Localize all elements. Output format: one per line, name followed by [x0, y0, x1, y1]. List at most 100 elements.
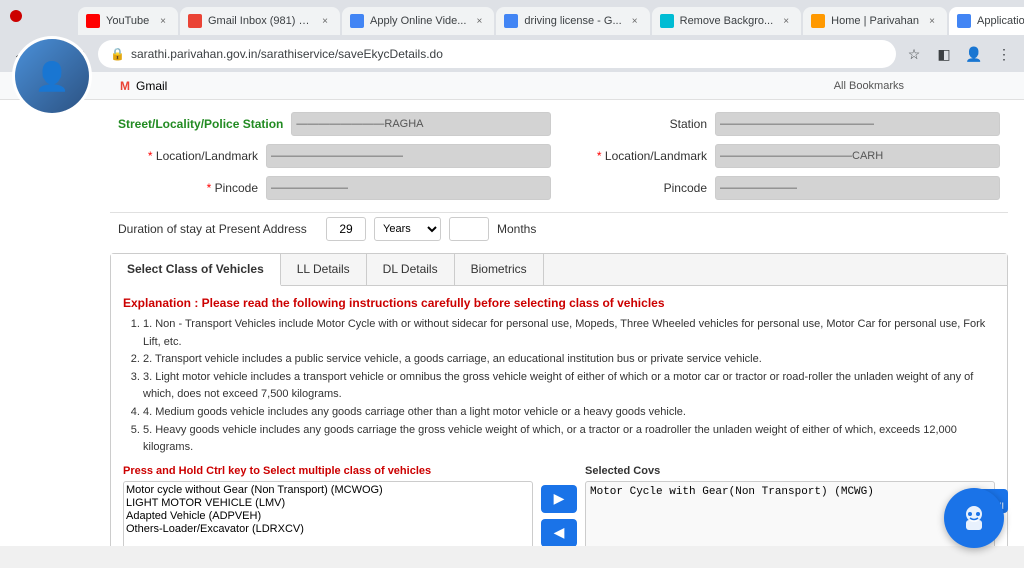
tab-home[interactable]: Home | Parivahan ×: [803, 7, 947, 35]
remove-favicon: [660, 14, 674, 28]
pincode-right-label: Pincode: [567, 181, 707, 195]
vehicle-right-label: Selected Covs: [585, 465, 995, 477]
vehicle-option-mcwog: Motor cycle without Gear (Non Transport)…: [126, 484, 530, 497]
tab-remove[interactable]: Remove Backgro... ×: [652, 7, 802, 35]
street-label: Street/Locality/Police Station: [118, 117, 283, 131]
window-close-dot[interactable]: [10, 10, 22, 22]
extensions-button[interactable]: ◧: [932, 42, 956, 66]
location-right-row: Location/Landmark: [559, 140, 1008, 172]
instruction-2: 2. Transport vehicle includes a public s…: [143, 351, 995, 369]
address-form: Street/Locality/Police Station Location/…: [110, 100, 1008, 213]
transfer-buttons: ▶ ◀: [541, 465, 577, 546]
driving-favicon: [504, 14, 518, 28]
instruction-list: 1. Non - Transport Vehicles include Moto…: [123, 316, 995, 457]
tab-remove-label: Remove Backgro...: [680, 15, 774, 27]
available-vehicles-select[interactable]: Motor cycle without Gear (Non Transport)…: [123, 481, 533, 546]
instruction-5: 5. Heavy goods vehicle includes any good…: [143, 422, 995, 457]
tab-gmail[interactable]: Gmail Inbox (981) - cha... ×: [180, 7, 340, 35]
tab-dl-details[interactable]: DL Details: [367, 254, 455, 285]
explanation-header: Explanation : Please read the following …: [123, 296, 995, 310]
street-input[interactable]: [291, 112, 551, 136]
pincode-right-row: Pincode: [559, 172, 1008, 204]
location-right-label: Location/Landmark: [567, 149, 707, 163]
chatbot-icon: [958, 502, 990, 534]
tab-bar: 👤 YouTube × Gmail Inbox (981) - cha... ×…: [0, 0, 1024, 36]
vehicle-left: Press and Hold Ctrl key to Select multip…: [123, 465, 533, 546]
tab-select-class[interactable]: Select Class of Vehicles: [111, 254, 281, 286]
location-row: Location/Landmark: [110, 140, 559, 172]
tab-youtube[interactable]: YouTube ×: [78, 7, 178, 35]
tab-application-label: Application For N...: [977, 15, 1024, 27]
form-right: Station Location/Landmark Pincode: [559, 108, 1008, 204]
tab-gmail-label: Gmail Inbox (981) - cha...: [208, 15, 312, 27]
pincode-row: Pincode: [110, 172, 559, 204]
tab-home-label: Home | Parivahan: [831, 15, 919, 27]
remove-vehicle-button[interactable]: ◀: [541, 519, 577, 546]
youtube-favicon: [86, 14, 100, 28]
selected-vehicles-textarea[interactable]: Motor Cycle with Gear(Non Transport) (MC…: [585, 481, 995, 546]
browser-chrome: 👤 YouTube × Gmail Inbox (981) - cha... ×…: [0, 0, 1024, 100]
months-label: Months: [497, 222, 536, 236]
page-content: Street/Locality/Police Station Location/…: [0, 100, 1024, 546]
address-bar[interactable]: 🔒 sarathi.parivahan.gov.in/sarathiservic…: [98, 40, 896, 68]
tabs-header: Select Class of Vehicles LL Details DL D…: [111, 254, 1007, 286]
location-input[interactable]: [266, 144, 551, 168]
street-row: Street/Locality/Police Station: [110, 108, 559, 140]
pincode-input[interactable]: [266, 176, 551, 200]
tab-driving-label: driving license - G...: [524, 15, 621, 27]
station-label: Station: [567, 117, 707, 131]
duration-period-select[interactable]: Years Months: [374, 217, 441, 241]
instruction-1: 1. Non - Transport Vehicles include Moto…: [143, 316, 995, 351]
avatar: 👤: [12, 36, 92, 116]
tab-ll-details[interactable]: LL Details: [281, 254, 367, 285]
add-vehicle-button[interactable]: ▶: [541, 485, 577, 513]
tab-apply[interactable]: Apply Online Vide... ×: [342, 7, 494, 35]
vehicle-option-lmv: LIGHT MOTOR VEHICLE (LMV): [126, 497, 530, 510]
vehicle-option-ldrxcv: Others-Loader/Excavator (LDRXCV): [126, 523, 530, 536]
pincode-right-input[interactable]: [715, 176, 1000, 200]
tab-home-close[interactable]: ×: [925, 14, 939, 28]
all-bookmarks: All Bookmarks: [834, 80, 904, 92]
tab-youtube-close[interactable]: ×: [156, 14, 170, 28]
pincode-label: Pincode: [118, 181, 258, 195]
tab-apply-close[interactable]: ×: [472, 14, 486, 28]
duration-label: Duration of stay at Present Address: [118, 222, 318, 236]
station-input[interactable]: [715, 112, 1000, 136]
profile-button[interactable]: 👤: [962, 42, 986, 66]
gmail-label: Gmail: [136, 79, 167, 93]
tab-remove-close[interactable]: ×: [779, 14, 793, 28]
tab-application[interactable]: Application For N... ×: [949, 7, 1024, 35]
tab-driving-close[interactable]: ×: [628, 14, 642, 28]
location-label: Location/Landmark: [118, 149, 258, 163]
duration-years-input[interactable]: [326, 217, 366, 241]
duration-months-input[interactable]: [449, 217, 489, 241]
application-favicon: [957, 14, 971, 28]
tab-youtube-label: YouTube: [106, 15, 150, 27]
vehicle-selection: Press and Hold Ctrl key to Select multip…: [123, 465, 995, 546]
home-favicon: [811, 14, 825, 28]
location-right-input[interactable]: [715, 144, 1000, 168]
avatar-image: 👤: [15, 39, 89, 113]
tab-driving[interactable]: driving license - G... ×: [496, 7, 649, 35]
menu-button[interactable]: ⋮: [992, 42, 1016, 66]
tab-gmail-close[interactable]: ×: [318, 14, 332, 28]
vehicle-option-adpveh: Adapted Vehicle (ADPVEH): [126, 510, 530, 523]
tab-biometrics[interactable]: Biometrics: [455, 254, 544, 285]
instruction-3: 3. Light motor vehicle includes a transp…: [143, 369, 995, 404]
address-bar-row: ← → ↻ 🔒 sarathi.parivahan.gov.in/sarathi…: [0, 36, 1024, 72]
vehicle-right: Selected Covs Motor Cycle with Gear(Non …: [585, 465, 995, 546]
gmail-bar: M Gmail All Bookmarks: [0, 72, 1024, 100]
bookmark-button[interactable]: ☆: [902, 42, 926, 66]
tab-apply-label: Apply Online Vide...: [370, 15, 466, 27]
apply-favicon: [350, 14, 364, 28]
station-row: Station: [559, 108, 1008, 140]
lock-icon: 🔒: [110, 47, 125, 61]
class-tabs: Select Class of Vehicles LL Details DL D…: [110, 253, 1008, 546]
url-text: sarathi.parivahan.gov.in/sarathiservice/…: [131, 47, 443, 61]
gmail-icon: M: [120, 79, 130, 93]
chatbot-button[interactable]: [944, 488, 1004, 548]
tab-content: Explanation : Please read the following …: [111, 286, 1007, 546]
gmail-favicon: [188, 14, 202, 28]
form-left: Street/Locality/Police Station Location/…: [110, 108, 559, 204]
duration-row: Duration of stay at Present Address Year…: [110, 213, 1008, 245]
